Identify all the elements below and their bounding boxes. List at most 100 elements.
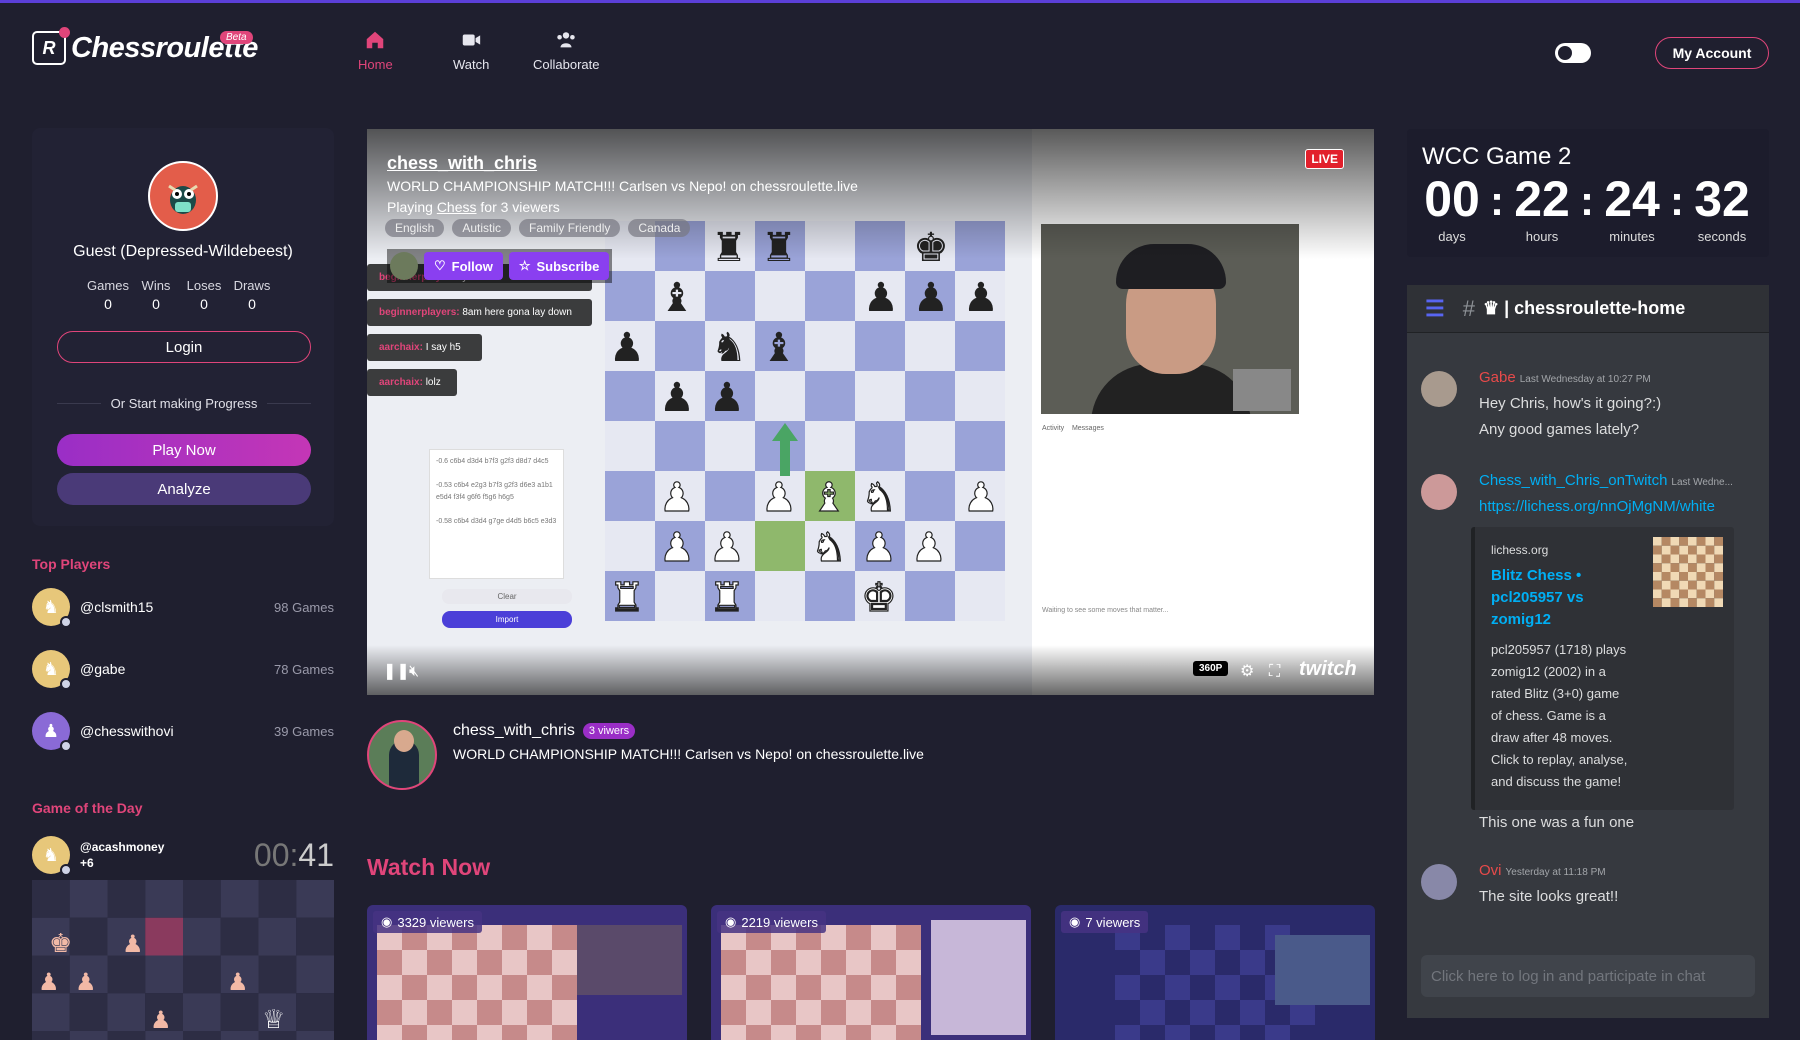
stream-import-label: Import — [442, 611, 572, 628]
chat-link[interactable]: https://lichess.org/nnOjMgNM/white — [1479, 494, 1715, 520]
streamer-avatar[interactable] — [367, 720, 437, 790]
avatar[interactable] — [1421, 474, 1457, 510]
board-square — [527, 1000, 552, 1025]
stream-chess-board: ♜ ♜ ♚ ♝ ♟ ♟ ♟ ♟ ♞ ♝ ♟ ♟ ♟ ♟ ♝ ♞ ♟ ♟ ♟ ♞ … — [605, 221, 1005, 621]
board-square — [1679, 537, 1688, 546]
board-square — [477, 1025, 502, 1040]
board-square — [1653, 572, 1662, 581]
game-of-day-header[interactable]: ♞ @acashmoney +6 00:41 — [32, 832, 334, 878]
guest-avatar — [148, 161, 218, 231]
board-square — [502, 1025, 527, 1040]
nav-collaborate[interactable]: Collaborate — [533, 29, 600, 72]
streamer-name-row: chess_with_chris 3 viwers — [453, 722, 636, 740]
board-square — [905, 371, 955, 421]
board-square — [107, 993, 146, 1031]
resolution-badge[interactable]: 360P — [1193, 661, 1229, 676]
chat-author[interactable]: Ovi Yesterday at 11:18 PM — [1479, 862, 1606, 879]
live-badge: LIVE — [1305, 149, 1344, 169]
star-icon: ☆ — [518, 258, 531, 273]
logo[interactable]: R Chessroulette Beta — [32, 27, 258, 65]
board-square — [1215, 1000, 1240, 1025]
pause-icon[interactable]: ❚❚ — [383, 661, 410, 681]
board-square — [552, 925, 577, 950]
stream-thumbnail[interactable]: ◉ 2219 viewers — [711, 905, 1031, 1040]
board-square — [805, 371, 855, 421]
status-dot — [60, 678, 72, 690]
stream-player[interactable]: ♜ ♜ ♚ ♝ ♟ ♟ ♟ ♟ ♞ ♝ ♟ ♟ ♟ ♟ ♝ ♞ ♟ ♟ ♟ ♞ … — [367, 129, 1374, 695]
thumbnail-side-boards — [931, 920, 1026, 1035]
avatar: ♞ — [32, 836, 72, 876]
streamer-mini-avatar[interactable] — [390, 252, 418, 280]
avatar[interactable] — [1421, 371, 1457, 407]
lichess-embed[interactable]: lichess.org Blitz Chess • pcl205957 vs z… — [1471, 527, 1734, 810]
embed-description: pcl205957 (1718) plays zomig12 (2002) in… — [1491, 642, 1628, 789]
mute-icon[interactable]: 🔇︎ — [409, 663, 419, 681]
stream-tag[interactable]: Autistic — [452, 219, 512, 237]
stream-channel-link[interactable]: chess_with_chris — [387, 153, 537, 174]
streamer-name[interactable]: chess_with_chris — [453, 722, 575, 740]
board-square — [1714, 589, 1723, 599]
board-square — [452, 950, 477, 975]
top-player-row[interactable]: ♞ @clsmith15 98 Games — [32, 587, 334, 628]
board-square — [1215, 975, 1240, 1000]
stream-tag[interactable]: Canada — [628, 219, 691, 237]
thumbnail-board — [721, 925, 921, 1040]
board-square — [183, 1031, 221, 1040]
board-square — [955, 571, 1005, 621]
board-square — [1240, 1000, 1265, 1025]
board-square — [1688, 537, 1697, 546]
chat-channel-name: ♛ | chessroulette-home — [1482, 298, 1686, 318]
settings-gear-icon[interactable]: ⚙ — [1240, 661, 1254, 681]
top-player-row[interactable]: ♟ @chesswithovi 39 Games — [32, 711, 334, 752]
countdown-days: 00 days — [1424, 171, 1480, 244]
stream-tag[interactable]: Family Friendly — [519, 219, 621, 237]
board-square — [846, 950, 871, 975]
board-square — [1688, 572, 1697, 581]
analyze-button[interactable]: Analyze — [57, 473, 311, 505]
twitch-logo[interactable]: twitch — [1299, 658, 1357, 681]
board-square — [721, 1000, 746, 1025]
fullscreen-icon[interactable]: ⛶ — [1269, 663, 1280, 681]
board-square — [183, 955, 221, 994]
countdown-hours: 22 hours — [1514, 171, 1570, 244]
board-square — [771, 950, 796, 975]
chat-input[interactable]: Click here to log in and participate in … — [1421, 955, 1755, 997]
board-square — [183, 880, 221, 918]
avatar[interactable] — [1421, 864, 1457, 900]
board-square — [107, 880, 146, 918]
hamburger-menu-icon[interactable]: ☰ — [1425, 296, 1445, 322]
stream-thumbnail[interactable]: ◉ 3329 viewers — [367, 905, 687, 1040]
board-square — [1714, 537, 1723, 546]
chat-author[interactable]: Chess_with_Chris_onTwitch Last Wedne... — [1479, 472, 1733, 489]
stream-tag[interactable]: English — [385, 219, 445, 237]
board-square — [855, 421, 905, 471]
top-player-row[interactable]: ♞ @gabe 78 Games — [32, 649, 334, 690]
board-square — [805, 571, 855, 621]
embed-board-thumbnail — [1653, 537, 1723, 607]
board-square — [1714, 545, 1723, 555]
nav-watch[interactable]: Watch — [453, 29, 489, 72]
game-of-day-board[interactable]: ♚ ♟ ♟ ♟ ♟ ♟ ♕ — [32, 880, 334, 1040]
wildebeest-avatar-icon — [168, 184, 198, 214]
theme-toggle[interactable] — [1555, 43, 1591, 63]
board-square — [1688, 580, 1697, 590]
board-square — [477, 975, 502, 1000]
chat-author[interactable]: Gabe Last Wednesday at 10:27 PM — [1479, 369, 1651, 386]
game-link[interactable]: Chess — [437, 199, 477, 215]
board-square — [1265, 1025, 1290, 1040]
board-square — [755, 271, 805, 321]
subscribe-button[interactable]: ☆ Subscribe — [508, 252, 610, 280]
follow-button[interactable]: ♡ Follow — [424, 252, 503, 280]
board-square — [605, 371, 655, 421]
play-now-button[interactable]: Play Now — [57, 434, 311, 466]
board-square — [1165, 975, 1190, 1000]
login-button[interactable]: Login — [57, 331, 311, 363]
my-account-button[interactable]: My Account — [1655, 37, 1769, 69]
nav-home[interactable]: Home — [358, 29, 393, 72]
embed-title[interactable]: Blitz Chess • pcl205957 vs zomig12 — [1491, 565, 1611, 631]
board-square — [1714, 563, 1723, 572]
stream-thumbnail[interactable]: ◉ 7 viewers — [1055, 905, 1375, 1040]
eye-icon: ◉ — [1069, 914, 1081, 929]
board-square — [1215, 1025, 1240, 1040]
avatar: ♟ — [32, 712, 72, 752]
